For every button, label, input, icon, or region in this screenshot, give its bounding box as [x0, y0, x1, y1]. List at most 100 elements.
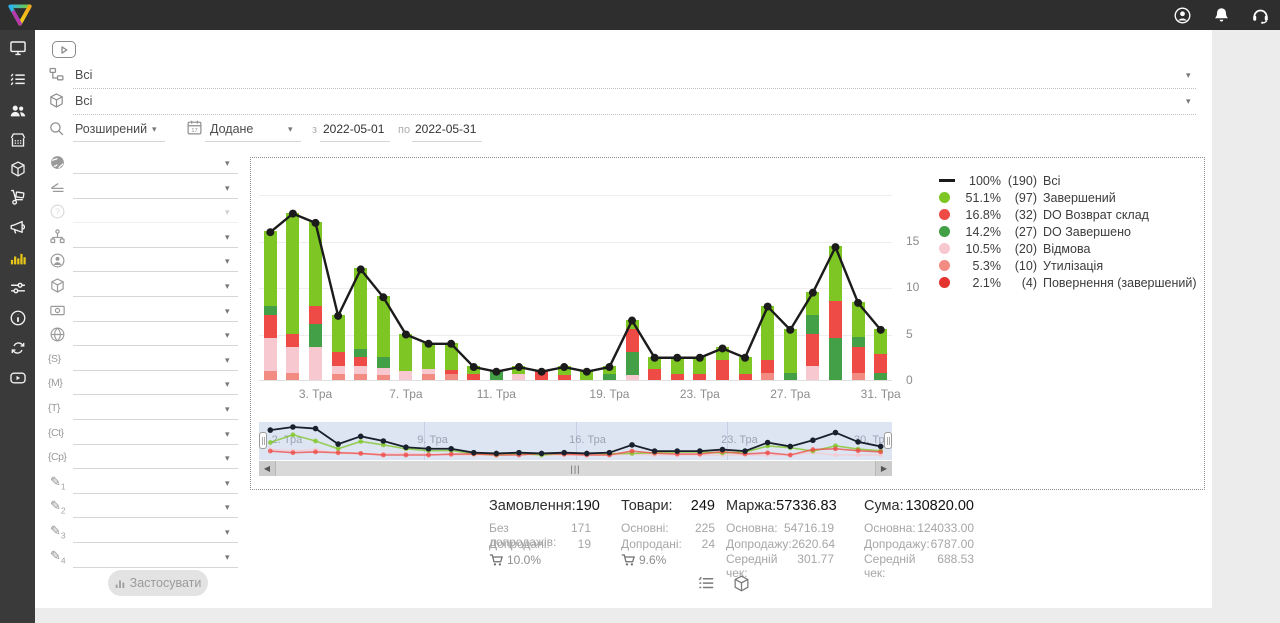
- stacked-bar[interactable]: [626, 320, 639, 380]
- video-tutorial-button[interactable]: [52, 41, 76, 58]
- bar-segment-vidmova: [354, 366, 367, 373]
- stacked-bar[interactable]: [671, 357, 684, 380]
- stacked-bar[interactable]: [580, 371, 593, 380]
- stacked-bar[interactable]: [264, 231, 277, 380]
- stacked-bar[interactable]: [467, 366, 480, 380]
- legend-item[interactable]: 14.2%(27)DO Завершено: [939, 223, 1197, 240]
- stacked-bar[interactable]: [603, 366, 616, 380]
- chevron-down-icon[interactable]: ▾: [1186, 96, 1191, 107]
- stacked-bar[interactable]: [422, 343, 435, 380]
- navigator-right-handle[interactable]: [884, 432, 892, 449]
- chart-scrollbar[interactable]: ◀|||▶: [259, 461, 892, 476]
- stacked-bar[interactable]: [852, 302, 865, 380]
- stacked-bar[interactable]: [716, 347, 729, 380]
- date-field-select[interactable]: Додане: [210, 122, 253, 136]
- chevron-down-icon[interactable]: ▾: [152, 124, 157, 135]
- legend-label: Завершений: [1043, 191, 1116, 205]
- stacked-bar[interactable]: [784, 329, 797, 380]
- date-to-input[interactable]: 2022-05-31: [415, 122, 476, 136]
- view-products-button[interactable]: [732, 574, 751, 593]
- stacked-bar[interactable]: [490, 371, 503, 380]
- date-from-label: з: [312, 124, 317, 136]
- chevron-down-icon[interactable]: ▾: [225, 306, 230, 317]
- chevron-down-icon[interactable]: ▾: [225, 281, 230, 292]
- stacked-bar[interactable]: [512, 366, 525, 380]
- stacked-bar[interactable]: [648, 357, 661, 380]
- sidebar-item-customers[interactable]: [0, 98, 35, 124]
- chevron-down-icon[interactable]: ▾: [225, 429, 230, 440]
- stacked-bar[interactable]: [445, 343, 458, 380]
- stacked-bar[interactable]: [286, 213, 299, 380]
- chevron-down-icon[interactable]: ▾: [225, 478, 230, 489]
- stacked-bar[interactable]: [806, 292, 819, 380]
- stacked-bar[interactable]: [377, 296, 390, 380]
- apply-button[interactable]: Застосувати: [108, 570, 208, 596]
- bar-segment-vidmova: [286, 347, 299, 372]
- chevron-down-icon[interactable]: ▾: [288, 124, 293, 135]
- sidebar-item-orders[interactable]: [0, 67, 35, 93]
- view-orders-list-button[interactable]: [697, 574, 716, 593]
- filter-row-underline: [73, 542, 238, 543]
- legend-item[interactable]: 5.3%(10)Утилізація: [939, 257, 1197, 274]
- chevron-down-icon[interactable]: ▾: [225, 158, 230, 169]
- scroll-thumb[interactable]: |||: [275, 461, 876, 476]
- headset-icon[interactable]: [1251, 6, 1270, 25]
- sidebar-item-info[interactable]: [0, 305, 35, 331]
- date-from-input[interactable]: 2022-05-01: [323, 122, 384, 136]
- chevron-down-icon[interactable]: ▾: [225, 232, 230, 243]
- product-filter-value[interactable]: Всі: [75, 94, 92, 108]
- sidebar-item-sync[interactable]: [0, 335, 35, 361]
- chart-navigator[interactable]: 2. Тра9. Тра16. Тра23. Тра30. Тра: [259, 422, 892, 460]
- legend-item[interactable]: 16.8%(32)DO Возврат склад: [939, 206, 1197, 223]
- stacked-bar[interactable]: [874, 329, 887, 380]
- legend-item[interactable]: 10.5%(20)Відмова: [939, 240, 1197, 257]
- stacked-bar[interactable]: [399, 334, 412, 380]
- scroll-left-arrow[interactable]: ◀: [259, 461, 275, 476]
- legend-item[interactable]: 51.1%(97)Завершений: [939, 189, 1197, 206]
- category-filter-value[interactable]: Всі: [75, 68, 92, 82]
- app-logo-icon[interactable]: [7, 2, 33, 28]
- chevron-down-icon[interactable]: ▾: [225, 404, 230, 415]
- x-axis-label: 19. Тра: [577, 387, 641, 401]
- stacked-bar[interactable]: [332, 315, 345, 380]
- chevron-down-icon[interactable]: ▾: [225, 183, 230, 194]
- stacked-bar[interactable]: [558, 366, 571, 380]
- chevron-down-icon[interactable]: ▾: [225, 552, 230, 563]
- stacked-bar[interactable]: [354, 268, 367, 380]
- chevron-down-icon[interactable]: ▾: [225, 453, 230, 464]
- legend-item[interactable]: 2.1%(4)Повернення (завершений): [939, 274, 1197, 291]
- legend-percent: 14.2%: [959, 225, 1001, 239]
- sidebar-item-analytics[interactable]: [0, 245, 35, 271]
- stacked-bar[interactable]: [761, 306, 774, 380]
- stat-subrow-value: 688.53: [937, 552, 974, 568]
- chevron-down-icon[interactable]: ▾: [225, 330, 230, 341]
- bell-icon[interactable]: [1212, 6, 1231, 25]
- stacked-bar[interactable]: [739, 357, 752, 380]
- sidebar-item-supply[interactable]: [0, 184, 35, 210]
- question-icon: ?: [49, 203, 66, 220]
- sidebar-item-dashboard[interactable]: [0, 35, 35, 61]
- chevron-down-icon[interactable]: ▾: [225, 207, 230, 218]
- sidebar-item-store[interactable]: [0, 127, 35, 153]
- legend-item[interactable]: 100%(190)Всі: [939, 172, 1197, 189]
- stacked-bar[interactable]: [693, 357, 706, 380]
- user-icon[interactable]: [1173, 6, 1192, 25]
- legend-label: Відмова: [1043, 242, 1090, 256]
- chevron-down-icon[interactable]: ▾: [225, 502, 230, 513]
- sidebar-item-marketing[interactable]: [0, 214, 35, 240]
- chevron-down-icon[interactable]: ▾: [225, 379, 230, 390]
- sidebar-item-video[interactable]: [0, 365, 35, 391]
- stacked-bar[interactable]: [829, 246, 842, 380]
- search-mode-select[interactable]: Розширений: [75, 122, 147, 136]
- navigator-left-handle[interactable]: [259, 432, 267, 449]
- sidebar-item-products[interactable]: [0, 156, 35, 182]
- sidebar-item-settings[interactable]: [0, 275, 35, 301]
- chevron-down-icon[interactable]: ▾: [225, 355, 230, 366]
- chevron-down-icon[interactable]: ▾: [225, 256, 230, 267]
- bar-segment-zav: [671, 357, 684, 375]
- scroll-right-arrow[interactable]: ▶: [876, 461, 892, 476]
- chevron-down-icon[interactable]: ▾: [1186, 70, 1191, 81]
- stacked-bar[interactable]: [309, 222, 322, 380]
- chevron-down-icon[interactable]: ▾: [225, 527, 230, 538]
- stacked-bar[interactable]: [535, 371, 548, 380]
